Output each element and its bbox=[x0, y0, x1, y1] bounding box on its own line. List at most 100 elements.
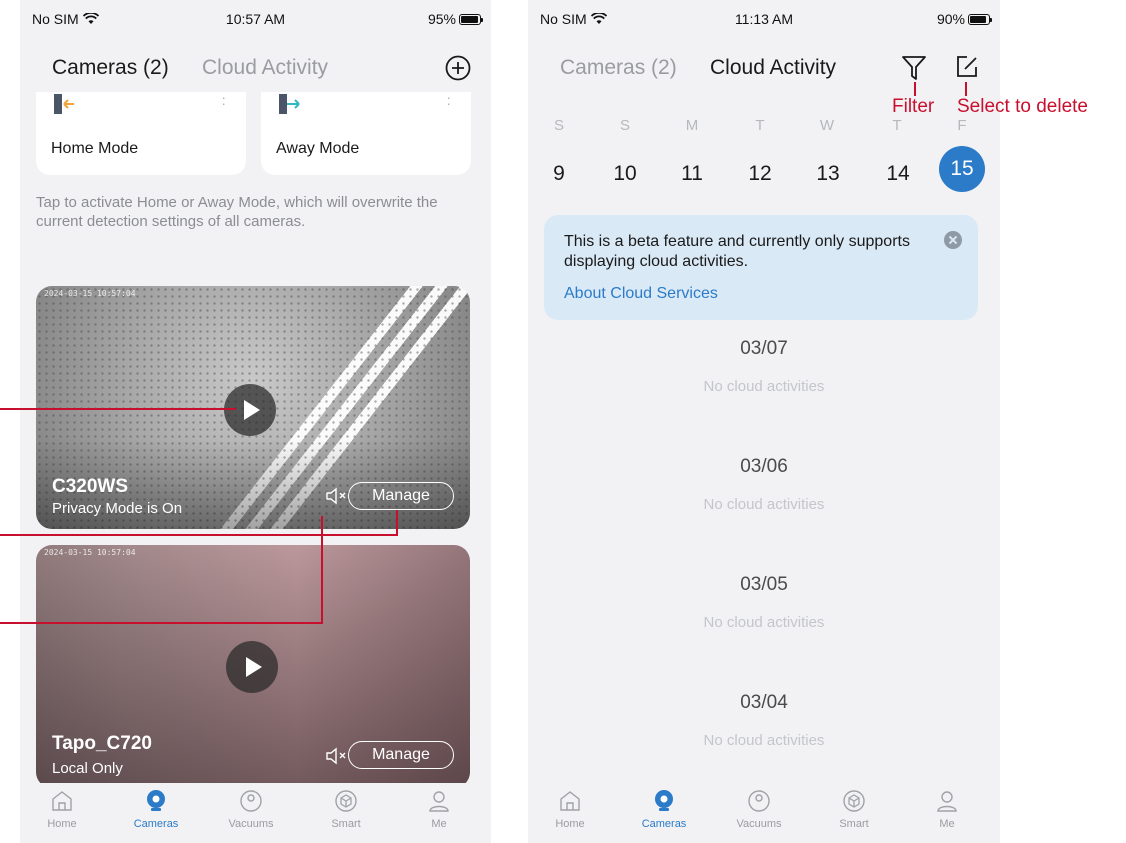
bottom-tab-bar: Home Cameras Vacuums Smart Me bbox=[20, 783, 491, 843]
annotation-filter-label: Filter bbox=[892, 96, 935, 117]
top-tabs: Cameras (2) Cloud Activity bbox=[528, 56, 1000, 86]
tab-vacuums[interactable]: Vacuums bbox=[211, 789, 291, 830]
about-cloud-services-link[interactable]: About Cloud Services bbox=[564, 285, 718, 303]
vacuum-icon bbox=[748, 790, 770, 812]
weekday-label: W bbox=[819, 117, 835, 134]
tab-smart[interactable]: Smart bbox=[814, 789, 894, 830]
annotation-line-manage bbox=[0, 534, 398, 536]
calendar-day[interactable]: 10 bbox=[605, 157, 645, 191]
no-activity-text: No cloud activities bbox=[703, 614, 825, 631]
cloud-activity-screen: No SIM 11:13 AM 90% Cameras (2) Cloud Ac… bbox=[528, 0, 1000, 843]
tab-home-label: Home bbox=[555, 818, 585, 830]
more-icon[interactable]: · · bbox=[221, 90, 226, 110]
calendar-day-selected[interactable]: 15 bbox=[939, 146, 985, 192]
play-button[interactable] bbox=[226, 641, 278, 693]
camera-name: C320WS bbox=[52, 476, 129, 497]
tab-cameras-label: Cameras bbox=[133, 818, 179, 830]
select-edit-icon[interactable] bbox=[954, 54, 980, 80]
calendar-day[interactable]: 9 bbox=[539, 157, 579, 191]
tab-cloud-activity[interactable]: Cloud Activity bbox=[202, 56, 328, 80]
tab-smart[interactable]: Smart bbox=[306, 789, 386, 830]
annotation-line-select-delete bbox=[965, 82, 967, 96]
close-icon[interactable] bbox=[944, 231, 962, 249]
home-mode-card[interactable]: · · Home Mode bbox=[36, 90, 246, 175]
camera-name: Tapo_C720 bbox=[52, 733, 152, 754]
tab-me-label: Me bbox=[431, 818, 447, 830]
cube-icon bbox=[843, 790, 865, 812]
tab-vacuums[interactable]: Vacuums bbox=[719, 789, 799, 830]
activity-date: 03/06 bbox=[740, 456, 788, 477]
cube-icon bbox=[335, 790, 357, 812]
annotation-select-delete-label: Select to delete bbox=[957, 96, 1088, 117]
battery-icon bbox=[968, 13, 992, 25]
tab-vacuums-label: Vacuums bbox=[736, 818, 782, 830]
tab-cameras[interactable]: Cameras (2) bbox=[560, 56, 677, 80]
muted-speaker-icon[interactable] bbox=[326, 747, 348, 765]
cameras-screen: No SIM 10:57 AM 95% Cameras (2) Cloud Ac… bbox=[20, 0, 491, 843]
camera-timestamp: 2024-03-15 10:57:04 bbox=[44, 548, 136, 557]
manage-button[interactable]: Manage bbox=[348, 741, 454, 769]
bottom-tab-bar: Home Cameras Vacuums Smart Me bbox=[528, 783, 1000, 843]
tab-home[interactable]: Home bbox=[22, 789, 102, 830]
status-bar: No SIM 11:13 AM 90% bbox=[528, 0, 1000, 40]
weekday-label: S bbox=[553, 117, 564, 134]
activity-day-group: 03/07 No cloud activities bbox=[528, 338, 1000, 395]
weekday-label: F bbox=[957, 117, 967, 134]
play-button[interactable] bbox=[224, 384, 276, 436]
tab-me[interactable]: Me bbox=[907, 789, 987, 830]
activity-date: 03/04 bbox=[740, 692, 788, 713]
weekday-label: T bbox=[755, 117, 765, 134]
no-activity-text: No cloud activities bbox=[703, 496, 825, 513]
tab-home[interactable]: Home bbox=[530, 789, 610, 830]
camera-card-tapo-c720[interactable]: 2024-03-15 10:57:04 Tapo_C720 Local Only… bbox=[36, 545, 470, 788]
add-device-icon[interactable] bbox=[445, 55, 471, 81]
tab-cloud-activity[interactable]: Cloud Activity bbox=[710, 56, 836, 80]
no-activity-text: No cloud activities bbox=[703, 732, 825, 749]
battery-percent: 90% bbox=[936, 11, 965, 27]
camera-status: Local Only bbox=[52, 760, 123, 777]
no-activity-text: No cloud activities bbox=[703, 378, 825, 395]
calendar-day[interactable]: 11 bbox=[672, 157, 712, 191]
profile-icon bbox=[937, 791, 957, 812]
tab-cameras-nav[interactable]: Cameras bbox=[116, 789, 196, 830]
tab-cameras-nav[interactable]: Cameras bbox=[624, 789, 704, 830]
activity-day-group: 03/05 No cloud activities bbox=[528, 574, 1000, 631]
status-time: 11:13 AM bbox=[734, 11, 794, 27]
more-icon[interactable]: · · bbox=[446, 90, 451, 110]
beta-notice-banner: This is a beta feature and currently onl… bbox=[544, 215, 978, 320]
status-time: 10:57 AM bbox=[225, 11, 286, 27]
activity-date: 03/07 bbox=[740, 338, 788, 359]
tab-cameras[interactable]: Cameras (2) bbox=[52, 56, 169, 80]
status-bar: No SIM 10:57 AM 95% bbox=[20, 0, 491, 40]
camera-status: Privacy Mode is On bbox=[52, 500, 183, 517]
mode-hint-text: Tap to activate Home or Away Mode, which… bbox=[36, 194, 438, 230]
tab-vacuums-label: Vacuums bbox=[228, 818, 274, 830]
tab-smart-label: Smart bbox=[839, 818, 869, 830]
annotation-line-play bbox=[0, 408, 236, 410]
tab-smart-label: Smart bbox=[331, 818, 361, 830]
annotation-line-manage bbox=[396, 510, 398, 536]
top-tabs: Cameras (2) Cloud Activity bbox=[20, 55, 491, 86]
away-mode-label: Away Mode bbox=[276, 140, 360, 157]
battery-percent: 95% bbox=[427, 11, 456, 27]
home-icon bbox=[52, 791, 72, 811]
calendar-day[interactable]: 13 bbox=[808, 157, 848, 191]
calendar-day[interactable]: 14 bbox=[878, 157, 918, 191]
tab-home-label: Home bbox=[47, 818, 77, 830]
annotation-line-filter bbox=[914, 82, 916, 96]
muted-speaker-icon[interactable] bbox=[326, 487, 348, 505]
calendar-day[interactable]: 12 bbox=[740, 157, 780, 191]
tab-me-label: Me bbox=[939, 818, 955, 830]
annotation-line-mute bbox=[0, 622, 323, 624]
manage-button[interactable]: Manage bbox=[348, 482, 454, 510]
profile-icon bbox=[429, 791, 449, 812]
filter-icon[interactable] bbox=[901, 54, 927, 82]
annotation-line-mute bbox=[321, 516, 323, 624]
away-mode-card[interactable]: · · Away Mode bbox=[261, 90, 471, 175]
home-icon bbox=[560, 791, 580, 811]
activity-date: 03/05 bbox=[740, 574, 788, 595]
camera-icon bbox=[147, 790, 165, 811]
tab-me[interactable]: Me bbox=[399, 789, 479, 830]
activity-day-group: 03/04 No cloud activities bbox=[528, 692, 1000, 749]
vacuum-icon bbox=[240, 790, 262, 812]
